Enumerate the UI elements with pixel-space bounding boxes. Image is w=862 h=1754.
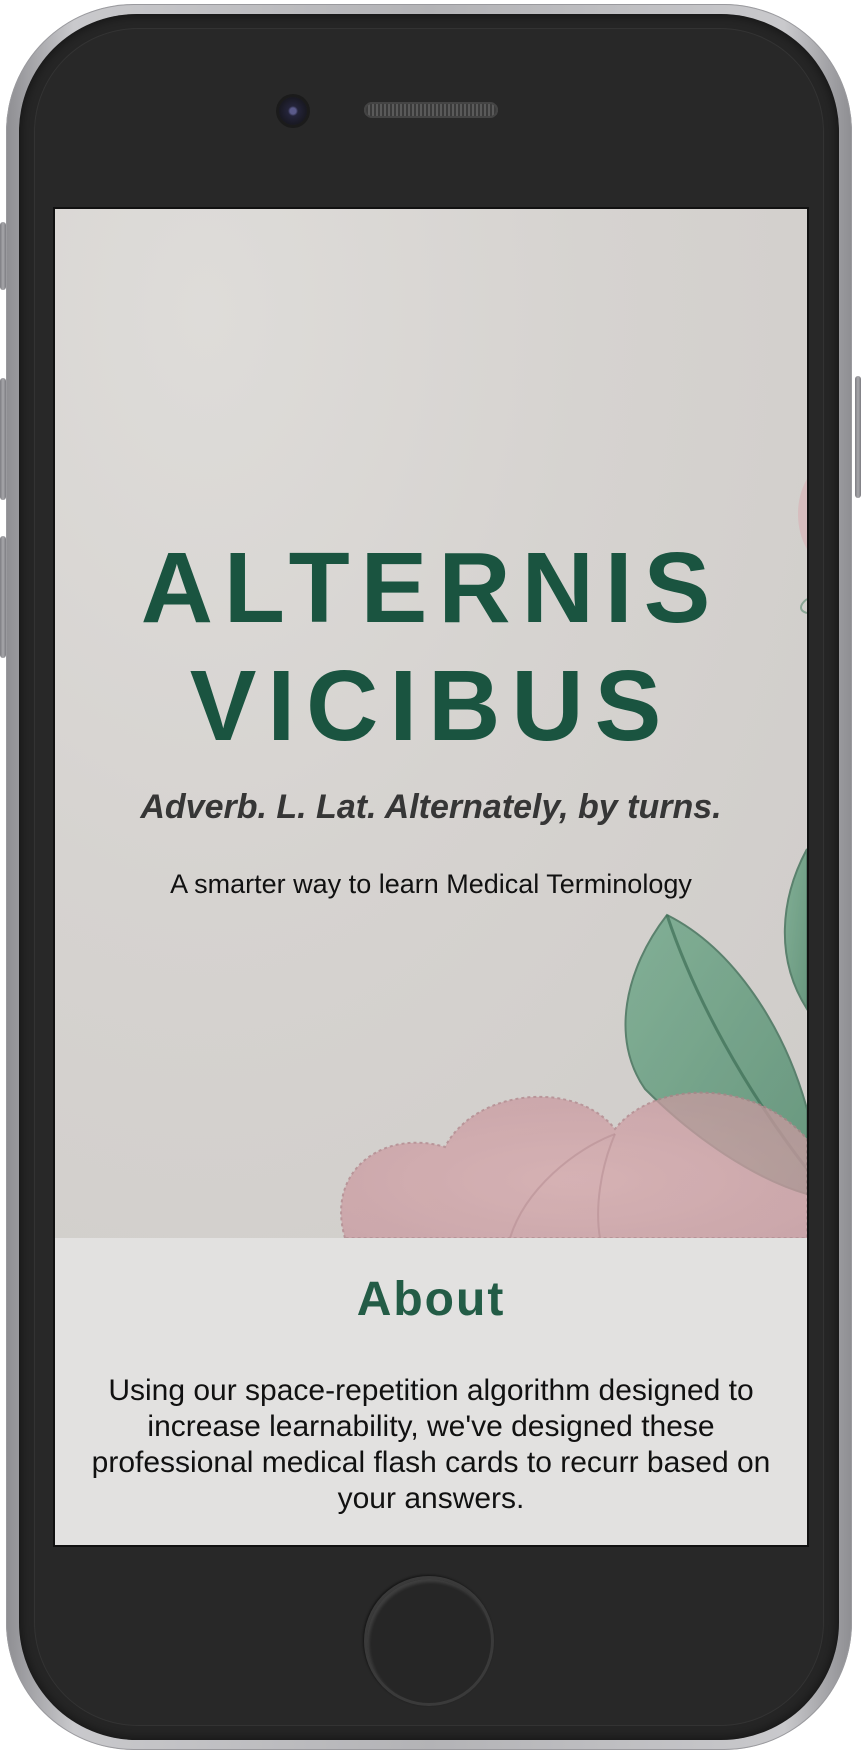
volume-up-button — [0, 378, 6, 500]
tagline: A smarter way to learn Medical Terminolo… — [170, 869, 692, 899]
definition-subtitle: Adverb. L. Lat. Alternately, by turns. — [140, 788, 722, 826]
power-button — [855, 376, 861, 498]
app-title-line-1: ALTERNIS — [140, 532, 722, 644]
app-title-line-2: VICIBUS — [189, 650, 673, 762]
volume-down-button — [0, 536, 6, 658]
hero-section: ALTERNIS VICIBUS Adverb. L. Lat. Alterna… — [55, 209, 807, 1238]
about-heading: About — [356, 1273, 506, 1326]
front-camera-icon — [279, 97, 307, 125]
about-description: Using our space-repetition algorithm des… — [91, 1374, 771, 1515]
screen: ALTERNIS VICIBUS Adverb. L. Lat. Alterna… — [53, 207, 809, 1547]
app-title: ALTERNIS VICIBUS — [55, 529, 807, 765]
about-section: About Using our space-repetition algorit… — [55, 1238, 807, 1545]
home-button[interactable] — [364, 1576, 494, 1706]
earpiece-speaker — [364, 102, 498, 118]
mute-switch — [0, 222, 6, 290]
